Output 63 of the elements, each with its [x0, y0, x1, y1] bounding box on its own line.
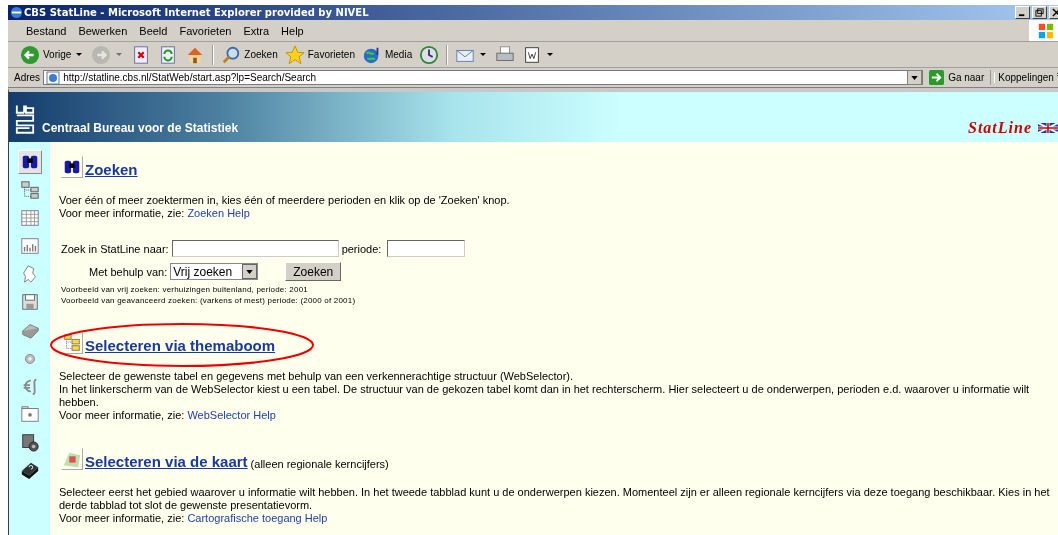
sidebar-item[interactable] — [17, 150, 42, 174]
help-book-icon — [19, 460, 40, 480]
caret-icon — [246, 269, 254, 274]
window-title: CBS StatLine - Microsoft Internet Explorer provided by NIVEL — [24, 7, 370, 18]
toolbar-button[interactable]: Vorige — [18, 44, 74, 65]
restore-button[interactable] — [1032, 6, 1047, 19]
help-text: Voor meer informatie, zie: WebSelector Help — [59, 409, 277, 422]
cbs-logo-icon — [15, 103, 35, 137]
method-dropdown[interactable]: Vrij zoeken — [170, 263, 259, 280]
menu-item[interactable]: Favorieten — [173, 24, 238, 37]
help-link[interactable]: WebSelector Help — [187, 409, 276, 421]
dropdown-arrow-icon[interactable] — [547, 53, 554, 56]
help-text: Voor meer informatie, zie: Cartografische toegang Help — [59, 512, 329, 525]
uk-flag-icon[interactable] — [1038, 123, 1058, 133]
page-icon — [46, 70, 61, 85]
section-note: (alleen regionale kerncijfers) — [250, 458, 389, 470]
windows-logo-icon — [1029, 20, 1058, 41]
minimize-button[interactable] — [1015, 6, 1030, 19]
menu-item[interactable]: Beeld — [133, 24, 174, 37]
section-heading-link[interactable]: Selecteren via de kaart — [85, 453, 248, 470]
browser-icon — [10, 6, 23, 19]
example-text: Voorbeeld van geavanceerd zoeken: (varkens of mest) periode: (2000 of 2001) — [61, 295, 357, 306]
table-icon — [19, 208, 40, 228]
go-arrow-icon — [929, 70, 945, 85]
search-button[interactable]: Zoeken — [285, 262, 342, 281]
help-text: Voor meer informatie, zie: Zoeken Help — [59, 207, 251, 220]
field-label: periode: — [341, 242, 382, 255]
description-text: Voer één of meer zoektermen in, kies één of meerdere perioden en klik op de 'Zoeken' knop. — [59, 194, 511, 207]
folder-icon — [19, 404, 40, 424]
address-label: Adres — [14, 72, 41, 83]
menu-item[interactable]: Help — [275, 24, 310, 37]
go-button[interactable]: Ga naar — [926, 70, 992, 85]
dropdown-button[interactable] — [907, 70, 923, 85]
period-field[interactable] — [387, 240, 466, 257]
menu-item[interactable]: Bestand — [20, 24, 73, 37]
caret-icon — [911, 75, 919, 80]
toolbar-button[interactable]: Media — [359, 44, 415, 65]
organization-name: Centraal Bureau voor de Statistiek — [42, 121, 239, 135]
example-text: Voorbeeld van vrij zoeken: verhuizingen buitenland, periode: 2001 — [61, 284, 309, 295]
statline-logo: StatLine — [968, 119, 1032, 137]
folder-tree-icon — [19, 180, 40, 200]
dropdown-arrow-icon[interactable] — [76, 53, 83, 56]
menu-item[interactable]: Bewerken — [72, 24, 134, 37]
address-field[interactable]: http://statline.cbs.nl/StatWeb/start.asp?lp=Search/Search — [43, 70, 924, 85]
history-icon — [419, 44, 440, 65]
menu-item[interactable]: Extra — [237, 24, 276, 37]
help-link[interactable]: Zoeken Help — [187, 207, 250, 219]
restore-icon — [1035, 8, 1044, 17]
description-text: Selecteer de gewenste tabel en gegevens met behulp van een verkennerachtige structuur (WebSelector). In het linkerscherm van de WebSelector kiest u een tabel. De structuur van de gekozen tabel komt dan in het rechterscherm. Hier selecteert u de onderwerpen, perioden e.d. waarover u informatie wilt hebben. — [59, 370, 1031, 409]
toolbar-button[interactable]: Zoeken — [219, 44, 280, 65]
star-icon — [284, 44, 305, 65]
bar-chart-icon — [19, 236, 40, 256]
field-label: Zoek in StatLine naar: — [61, 242, 169, 255]
search-field[interactable] — [171, 240, 339, 257]
dropdown-arrow-icon[interactable] — [480, 53, 487, 56]
toolbar-button[interactable]: Favorieten — [282, 44, 357, 65]
help-link[interactable]: Cartografische toegang Help — [187, 512, 328, 524]
links-button[interactable]: Koppelingen — [994, 72, 1054, 83]
section-heading-link[interactable]: Zoeken — [85, 161, 138, 178]
search-icon — [221, 44, 242, 65]
folder-tree-icon — [62, 333, 82, 353]
field-label: Met behulp van: — [89, 265, 168, 278]
description-text: Selecteer eerst het gebied waarover u informatie wilt hebben. In het tweede tabblad kunt u de onderwerpen kiezen. Momenteel zijn er alleen regionale kerncijfers via deze toegang beschikbaar. Kies in het derde tabblad tot slot de gewenste presentatievorm. — [59, 486, 1051, 512]
